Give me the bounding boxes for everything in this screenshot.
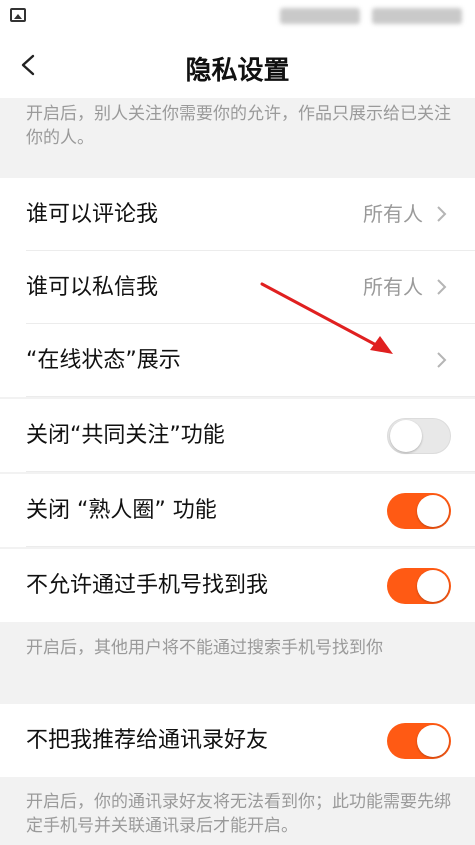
chevron-right-icon — [437, 352, 447, 368]
setting-row-online-status[interactable]: “在线状态”展示 — [0, 324, 475, 397]
setting-label: 谁可以评论我 — [26, 202, 159, 227]
setting-label: “在线状态”展示 — [26, 348, 181, 373]
setting-row-message[interactable]: 谁可以私信我 所有人 — [0, 251, 475, 324]
acquaintance-toggle[interactable] — [387, 493, 451, 529]
setting-row-mutual-follow: 关闭“共同关注”功能 — [0, 399, 475, 472]
setting-row-phone-search: 不允许通过手机号找到我 — [0, 549, 475, 622]
toggle-knob — [390, 420, 422, 452]
divider — [26, 546, 475, 547]
contacts-toggle[interactable] — [387, 723, 451, 759]
gallery-icon — [10, 8, 26, 22]
setting-row-contacts: 不把我推荐给通讯录好友 — [0, 704, 475, 777]
blurred-status-area — [372, 8, 462, 24]
setting-value: 所有人 — [363, 275, 423, 299]
mutual-follow-toggle[interactable] — [387, 418, 451, 454]
toggle-knob — [417, 570, 449, 602]
toggle-knob — [417, 495, 449, 527]
contacts-description: 开启后，你的通讯录好友将无法看到你；此功能需要先绑定手机号并关联通讯录后才能开启… — [26, 792, 451, 836]
setting-row-acquaintance: 关闭 “熟人圈” 功能 — [0, 474, 475, 547]
page-title: 隐私设置 — [185, 56, 290, 86]
blurred-status-area — [280, 8, 360, 24]
nav-bar: 隐私设置 — [0, 36, 475, 98]
setting-label: 关闭“共同关注”功能 — [26, 423, 225, 448]
chevron-right-icon — [437, 206, 447, 222]
phone-search-toggle[interactable] — [387, 568, 451, 604]
setting-value: 所有人 — [363, 202, 423, 226]
setting-label: 谁可以私信我 — [26, 275, 159, 300]
divider — [26, 396, 475, 397]
setting-row-comment[interactable]: 谁可以评论我 所有人 — [0, 178, 475, 251]
status-bar — [0, 0, 475, 36]
setting-label: 不允许通过手机号找到我 — [26, 573, 269, 598]
private-account-description: 开启后，别人关注你需要你的允许，作品只展示给已关注你的人。 — [26, 104, 451, 148]
toggle-knob — [417, 725, 449, 757]
chevron-right-icon — [437, 279, 447, 295]
setting-label: 关闭 “熟人圈” 功能 — [26, 498, 217, 523]
divider — [26, 471, 475, 472]
phone-search-description: 开启后，其他用户将不能通过搜索手机号找到你 — [26, 638, 383, 658]
setting-label: 不把我推荐给通讯录好友 — [26, 728, 269, 753]
